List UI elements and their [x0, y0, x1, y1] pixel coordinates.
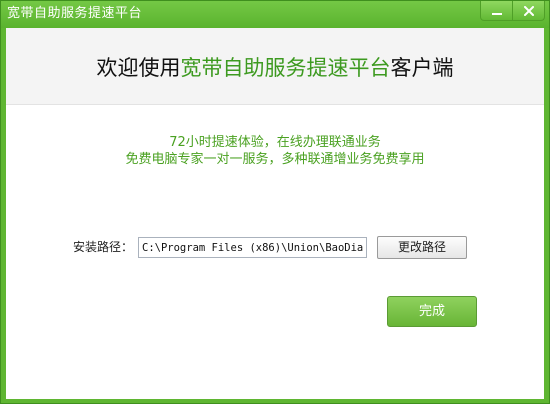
- install-path-input[interactable]: [138, 237, 367, 258]
- minimize-button[interactable]: [480, 1, 513, 21]
- minimize-icon: [491, 6, 502, 16]
- installer-window: 宽带自助服务提速平台 欢迎使用宽带自助服务提速平台客户端 72小时提速体验，在线…: [0, 0, 550, 404]
- welcome-heading: 欢迎使用宽带自助服务提速平台客户端: [6, 55, 544, 81]
- finish-button[interactable]: 完成: [387, 296, 477, 327]
- close-icon: [523, 5, 534, 16]
- window-title: 宽带自助服务提速平台: [7, 6, 143, 21]
- content-panel: 欢迎使用宽带自助服务提速平台客户端 72小时提速体验，在线办理联通业务 免费电脑…: [6, 28, 544, 399]
- promo-line-1: 72小时提速体验，在线办理联通业务: [169, 135, 381, 150]
- title-bar[interactable]: 宽带自助服务提速平台: [1, 1, 549, 28]
- brand-name: 宽带自助服务提速平台: [180, 56, 391, 80]
- change-path-button[interactable]: 更改路径: [377, 236, 467, 259]
- header-banner: 欢迎使用宽带自助服务提速平台客户端: [6, 28, 544, 105]
- welcome-prefix: 欢迎使用: [96, 56, 181, 80]
- close-button[interactable]: [512, 1, 545, 21]
- promo-line-2: 免费电脑专家一对一服务，多种联通增业务免费享用: [125, 152, 425, 167]
- install-path-label: 安装路径：: [73, 240, 134, 254]
- welcome-suffix: 客户端: [390, 56, 454, 80]
